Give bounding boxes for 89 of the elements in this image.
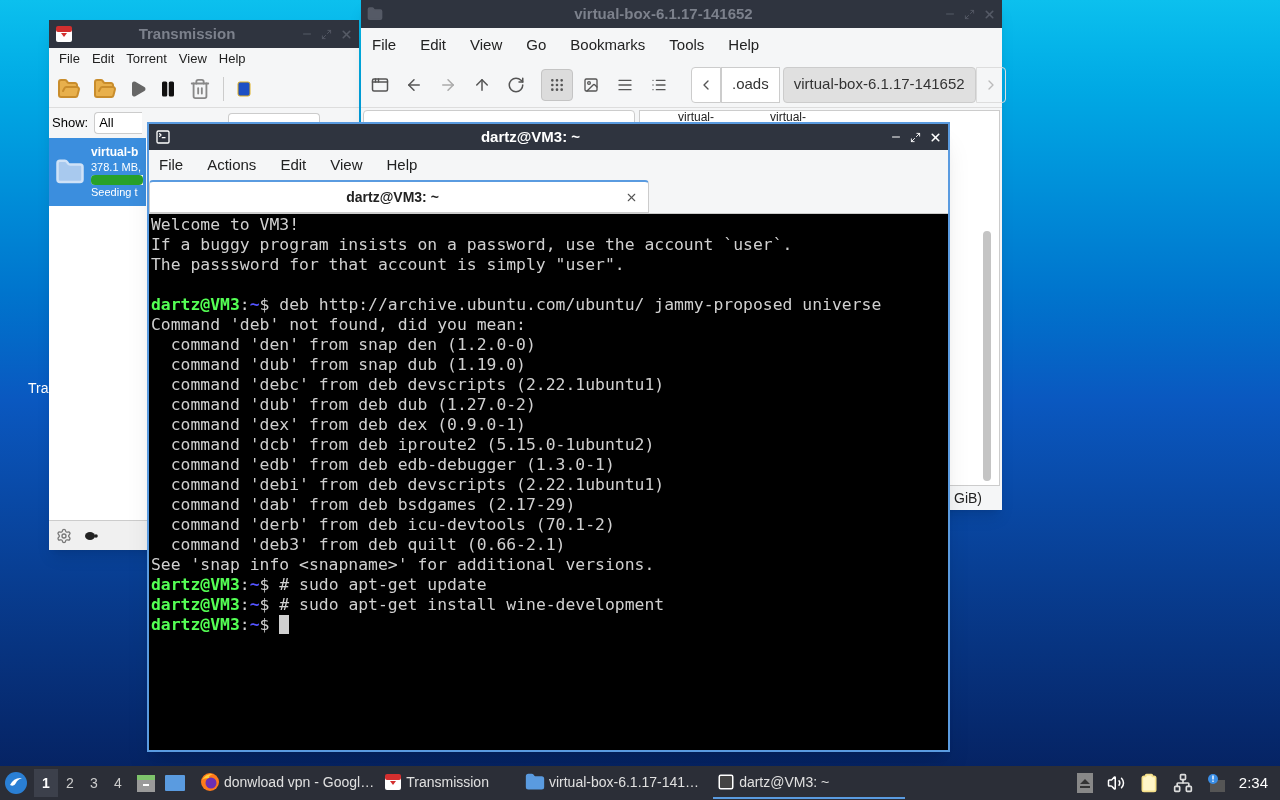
file-name: virtual- xyxy=(678,111,714,123)
menu-item[interactable]: Help xyxy=(728,33,760,57)
terminal-line: command 'debi' from deb devscripts (2.22.1ubuntu1) xyxy=(169,475,666,495)
workspace-button[interactable]: 2 xyxy=(58,769,82,797)
play-icon[interactable] xyxy=(129,79,147,98)
new-tab-icon[interactable] xyxy=(371,75,389,94)
menu-item[interactable]: Help xyxy=(386,153,418,177)
workspace-button[interactable]: 4 xyxy=(106,769,130,797)
menu-item[interactable]: File xyxy=(59,49,80,69)
path-scroll-right-button[interactable] xyxy=(975,66,1006,103)
terminal-line: The passsword for that account is simply "user". xyxy=(151,255,626,275)
menu-item[interactable]: Go xyxy=(526,33,547,57)
task-button[interactable]: dartz@VM3: ~ xyxy=(713,767,906,799)
desktop-icon[interactable] xyxy=(164,773,186,793)
menu-item[interactable]: File xyxy=(159,153,184,177)
terminal-line: command 'derb' from deb icu-devtools (70.1-2) xyxy=(169,515,616,535)
menu-item[interactable]: Bookmarks xyxy=(570,33,646,57)
menu-item[interactable]: Actions xyxy=(207,153,257,177)
maximize-icon[interactable] xyxy=(910,131,921,143)
desktop-icon-label: Tra xyxy=(28,379,49,398)
path-segment[interactable]: virtual-box-6.1.17-141652 xyxy=(782,66,976,103)
folder-icon[interactable] xyxy=(93,76,117,101)
terminal-line: command 'edb' from deb edb-debugger (1.3.0-1) xyxy=(169,455,616,475)
terminal-line: dartz@VM3:~$ # sudo apt-get install wine-development xyxy=(151,595,665,615)
filter-label: Show: xyxy=(52,114,89,133)
terminal-line: See 'snap info <snapname>' for additional versions. xyxy=(151,555,656,575)
terminal-tab[interactable]: dartz@VM3: ~ xyxy=(149,180,649,213)
menu-item[interactable]: Tools xyxy=(669,33,705,57)
clock: 2:34 xyxy=(1238,772,1269,793)
terminal-line: If a buggy program insists on a password, use the account `user`. xyxy=(151,235,794,255)
terminal-line: command 'dub' from deb dub (1.27.0-2) xyxy=(169,395,537,415)
menu-item[interactable]: View xyxy=(330,153,363,177)
menu-item[interactable]: View xyxy=(178,49,207,69)
trash-icon[interactable] xyxy=(189,77,211,100)
terminal-line: command 'dub' from snap dub (1.19.0) xyxy=(169,355,527,375)
terminal-line: dartz@VM3:~$ deb http://archive.ubuntu.com/ubuntu/ jammy-proposed universe xyxy=(151,295,882,315)
menu-item[interactable]: Edit xyxy=(420,33,447,57)
window-title: virtual-box-6.1.17-141652 xyxy=(573,3,754,24)
terminal-line: Command 'deb' not found, did you mean: xyxy=(151,315,527,335)
terminal-line: command 'dab' from deb bsdgames (2.17-29) xyxy=(169,495,577,515)
menu-item[interactable]: View xyxy=(470,33,503,57)
menu-item[interactable]: Help xyxy=(218,49,246,69)
terminal-line: command 'den' from snap den (1.2.0-0) xyxy=(169,335,537,355)
menu-item[interactable]: Torrent xyxy=(126,49,167,69)
close-icon[interactable] xyxy=(929,130,942,144)
menu-item[interactable]: File xyxy=(372,33,397,57)
task-button[interactable]: donwload vpn - Googl… xyxy=(196,767,379,799)
terminal-line: dartz@VM3:~$ # sudo apt-get update xyxy=(151,575,487,595)
task-button[interactable]: Transmission xyxy=(380,767,493,799)
eject-icon[interactable] xyxy=(1076,773,1093,793)
torrent-status: Seeding t xyxy=(91,184,139,200)
volume-icon[interactable] xyxy=(1106,774,1125,792)
terminal-line: command 'dex' from deb dex (0.9.0-1) xyxy=(169,415,527,435)
terminal-line: dartz@VM3:~$ xyxy=(151,615,271,635)
terminal-line: command 'debc' from deb devscripts (2.22.1ubuntu1) xyxy=(169,375,666,395)
task-button[interactable]: virtual-box-6.1.17-141… xyxy=(520,767,704,799)
network-icon[interactable] xyxy=(1172,773,1193,793)
status-text: GiB) xyxy=(954,488,982,508)
notification-icon[interactable] xyxy=(1206,773,1225,793)
terminal-line: command 'deb3' from deb quilt (0.66-2.1) xyxy=(169,535,567,555)
folder-icon[interactable] xyxy=(57,76,81,101)
folder-icon xyxy=(367,6,383,22)
file-cabinet-icon[interactable] xyxy=(136,773,156,793)
start-menu-icon[interactable] xyxy=(4,771,28,795)
window-title: Transmission xyxy=(137,23,237,44)
image-icon xyxy=(583,76,599,93)
file-name: virtual- xyxy=(770,111,807,123)
terminal-line: Welcome to VM3! xyxy=(151,215,301,235)
path-segment[interactable]: .oads xyxy=(721,66,780,103)
filter-dropdown[interactable]: All xyxy=(94,112,143,134)
grid-icon xyxy=(549,76,565,93)
view-mode-button[interactable] xyxy=(541,68,573,101)
menu-item[interactable]: Edit xyxy=(280,153,307,177)
terminal-line: command 'dcb' from deb iproute2 (5.15.0-1ubuntu2) xyxy=(169,435,656,455)
window-title: dartz@VM3: ~ xyxy=(479,126,582,147)
settings-icon[interactable] xyxy=(56,527,72,544)
reload-icon[interactable] xyxy=(507,75,525,94)
workspace-button[interactable]: 3 xyxy=(82,769,106,797)
pause-icon[interactable] xyxy=(159,79,177,98)
torrent-size: 378.1 MB, xyxy=(91,159,143,175)
folder-icon xyxy=(524,772,545,792)
browser-icon xyxy=(200,772,220,792)
transmission-logo-icon xyxy=(55,25,73,43)
workspace-button[interactable]: 1 xyxy=(34,769,58,797)
torrent-name: virtual-b xyxy=(91,144,140,160)
transmission-logo-icon xyxy=(384,773,403,791)
menu-item[interactable]: Edit xyxy=(91,49,115,69)
torrent-row[interactable]: virtual-b 378.1 MB, Seeding t xyxy=(49,138,146,206)
tracker-dropdown[interactable] xyxy=(228,113,321,122)
